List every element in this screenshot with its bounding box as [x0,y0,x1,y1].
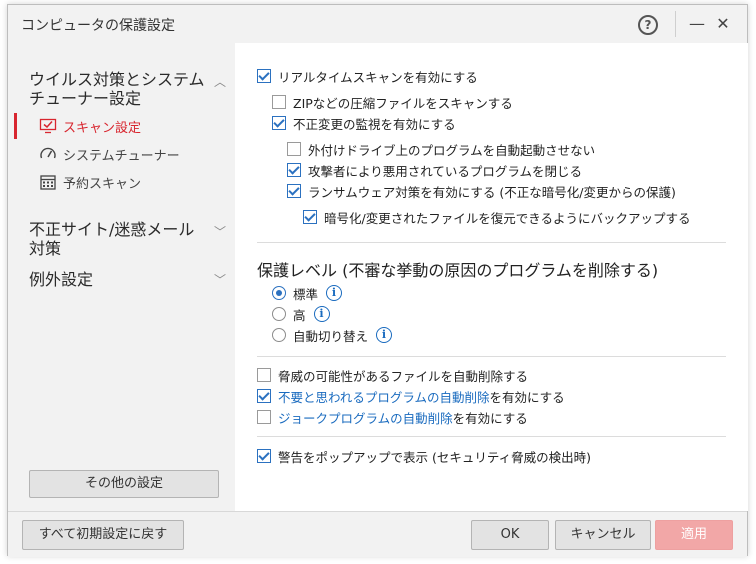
zip-scan-option[interactable]: ZIPなどの圧縮ファイルをスキャンする [272,93,513,111]
option-label: 自動切り替え [293,328,369,344]
info-icon[interactable]: i [313,306,330,322]
minimize-button[interactable]: — [688,14,706,34]
option-label: 暗号化/変更されたファイルを復元できるようにバックアップする [324,210,691,226]
titlebar-separator [675,11,676,37]
chevron-down-icon[interactable]: ﹀ [214,223,226,240]
backup-checkbox[interactable] [303,210,317,224]
close-abused-checkbox[interactable] [287,163,301,177]
sidebar-item-label: 予約スキャン [63,176,142,192]
unwanted-programs-option[interactable]: 不要と思われるプログラムの自動削除 を有効にする [257,387,565,405]
help-icon[interactable]: ? [638,15,658,35]
sidebar-category-label: 不正サイト/迷惑メール [29,220,195,239]
popup-warning-checkbox[interactable] [257,449,271,463]
monitor-changes-checkbox[interactable] [272,116,286,130]
sidebar-item-system-tuner[interactable]: システムチューナー [39,143,180,165]
close-abused-option[interactable]: 攻撃者により悪用されているプログラムを閉じる [287,161,582,179]
settings-window: コンピュータの保護設定 ? — ✕ ウイルス対策とシステム チューナー設定 ︿ … [7,4,748,557]
unwanted-programs-checkbox[interactable] [257,389,271,403]
sidebar-item-scheduled-scan[interactable]: 予約スキャン [39,171,141,193]
level-high-option[interactable]: 高 i [272,305,330,323]
zip-scan-checkbox[interactable] [272,95,286,109]
popup-warning-option[interactable]: 警告をポップアップで表示 (セキュリティ脅威の検出時) [257,447,591,465]
settings-content: リアルタイムスキャンを有効にする ZIPなどの圧縮ファイルをスキャンする 不正変… [235,43,748,511]
protection-level-title: 保護レベル (不審な挙動の原因のプログラムを削除する) [257,261,659,280]
option-label: ランサムウェア対策を有効にする (不正な暗号化/変更からの保護) [308,184,676,200]
chevron-down-icon[interactable]: ﹀ [214,271,226,288]
level-auto-option[interactable]: 自動切り替え i [272,326,393,344]
backup-option[interactable]: 暗号化/変更されたファイルを復元できるようにバックアップする [303,208,690,226]
threat-files-checkbox[interactable] [257,368,271,382]
option-label: 攻撃者により悪用されているプログラムを閉じる [308,163,583,179]
chevron-up-icon[interactable]: ︿ [214,73,226,90]
external-drive-option[interactable]: 外付けドライブ上のプログラムを自動起動させない [287,140,595,158]
option-label: ZIPなどの圧縮ファイルをスキャンする [293,95,513,111]
sidebar-item-scan-settings[interactable]: スキャン設定 [39,115,141,137]
option-label: 不正変更の監視を有効にする [293,116,456,132]
section-divider [257,356,726,357]
info-icon[interactable]: i [326,285,343,301]
option-label: 脅威の可能性があるファイルを自動削除する [278,368,529,384]
ransomware-checkbox[interactable] [287,184,301,198]
info-icon[interactable]: i [376,327,393,343]
section-divider [257,242,726,243]
threat-files-option[interactable]: 脅威の可能性があるファイルを自動削除する [257,366,528,384]
close-button[interactable]: ✕ [714,14,732,34]
level-standard-radio[interactable] [272,286,286,300]
option-label: 標準 [293,286,319,302]
ransomware-option[interactable]: ランサムウェア対策を有効にする (不正な暗号化/変更からの保護) [287,182,676,200]
ok-button[interactable]: OK [471,520,549,550]
sidebar: ウイルス対策とシステム チューナー設定 ︿ スキャン設定 システムチューナー 予… [9,43,234,511]
cancel-button[interactable]: キャンセル [555,520,651,550]
realtime-scan-checkbox[interactable] [257,69,271,83]
sidebar-item-label: システムチューナー [63,148,180,164]
unwanted-programs-link[interactable]: 不要と思われるプログラムの自動削除 [278,387,490,406]
joke-programs-option[interactable]: ジョークプログラムの自動削除 を有効にする [257,408,528,426]
monitor-changes-option[interactable]: 不正変更の監視を有効にする [272,114,456,132]
option-label: 警告をポップアップで表示 (セキュリティ脅威の検出時) [278,449,591,465]
sidebar-category-label: ウイルス対策とシステム [29,70,205,89]
level-standard-option[interactable]: 標準 i [272,284,343,302]
option-label: を有効にする [452,410,528,426]
option-label: リアルタイムスキャンを有効にする [278,69,478,85]
option-label: 高 [293,307,306,323]
window-title: コンピュータの保護設定 [21,18,175,34]
section-divider [257,436,726,437]
external-drive-checkbox[interactable] [287,142,301,156]
calendar-icon [39,173,57,191]
level-high-radio[interactable] [272,307,286,321]
joke-programs-link[interactable]: ジョークプログラムの自動削除 [278,408,453,427]
title-bar: コンピュータの保護設定 ? — ✕ [8,5,747,43]
sidebar-category-exceptions[interactable]: 例外設定 [29,270,93,289]
active-indicator [14,113,17,139]
option-label: 外付けドライブ上のプログラムを自動起動させない [308,142,596,158]
apply-button[interactable]: 適用 [655,520,733,550]
sidebar-category-label: 例外設定 [29,270,94,289]
option-label: を有効にする [489,389,565,405]
monitor-check-icon [39,117,57,135]
sidebar-category-web-mail[interactable]: 不正サイト/迷惑メール 対策 [29,220,194,258]
footer-bar: すべて初期設定に戻す OK キャンセル 適用 [8,511,747,557]
realtime-scan-option[interactable]: リアルタイムスキャンを有効にする [257,67,478,85]
joke-programs-checkbox[interactable] [257,410,271,424]
sidebar-category-antivirus[interactable]: ウイルス対策とシステム チューナー設定 [29,70,205,108]
sidebar-category-label: チューナー設定 [29,89,142,108]
sidebar-category-label: 対策 [29,239,62,258]
other-settings-button[interactable]: その他の設定 [29,470,219,498]
gauge-icon [39,145,57,163]
reset-defaults-button[interactable]: すべて初期設定に戻す [22,520,184,550]
sidebar-item-label: スキャン設定 [63,120,142,136]
level-auto-radio[interactable] [272,328,286,342]
